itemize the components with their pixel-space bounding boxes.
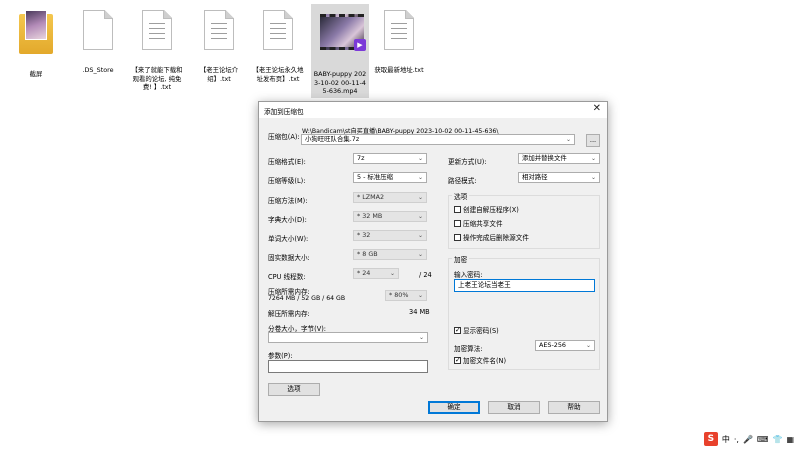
- checkbox-icon: [454, 220, 461, 227]
- archive-label: 压缩包(A):: [268, 133, 300, 141]
- cpu-max: / 24: [419, 271, 432, 279]
- options-group-title: 选项: [452, 191, 470, 201]
- ime-toolbar: S 中 ·, 🎤 ⌨ 👕 ▦: [703, 432, 794, 446]
- file-label: BABY-puppy 2023-10-02 00-11-45-636.mp4: [313, 70, 367, 95]
- path-mode-select[interactable]: 相对路径 ⌄: [518, 172, 600, 183]
- help-button[interactable]: 帮助: [548, 401, 600, 414]
- add-to-archive-dialog: 添加到压缩包 ✕ 压缩包(A): W:\Bandicam\st自买直播\BABY…: [258, 101, 608, 422]
- update-select[interactable]: 添加并替换文件 ⌄: [518, 153, 600, 164]
- punctuation-icon[interactable]: ·,: [734, 435, 739, 444]
- skin-icon[interactable]: 👕: [772, 435, 782, 444]
- chevron-down-icon: ⌄: [590, 174, 596, 181]
- archive-name-combo[interactable]: 小狗旺旺队合集.7z ⌄: [301, 134, 575, 145]
- params-input[interactable]: [268, 360, 428, 373]
- chevron-down-icon: ⌄: [389, 270, 395, 277]
- document-icon: [78, 10, 118, 64]
- chevron-down-icon: ⌄: [590, 155, 596, 162]
- create-sfx-checkbox[interactable]: 创建自解压程序(X): [454, 206, 519, 214]
- folder-icon: [16, 10, 56, 68]
- file-label: 截屏: [29, 70, 43, 78]
- close-icon[interactable]: ✕: [593, 103, 601, 115]
- chevron-down-icon: ⌄: [417, 292, 423, 299]
- method-label: 压缩方法(M):: [268, 197, 308, 205]
- encryption-group: 加密 输入密码: 上老王论坛当老王 显示密码(S) 加密算法: AES-256⌄…: [448, 254, 600, 370]
- text-file-icon: [137, 10, 177, 64]
- solid-label: 固实数据大小:: [268, 254, 310, 262]
- desktop-file-address-txt[interactable]: 【老王论坛永久地址发布页】.txt: [250, 4, 306, 85]
- cpu-select[interactable]: * 24 ⌄: [353, 268, 399, 279]
- method-select[interactable]: * LZMA2 ⌄: [353, 192, 427, 203]
- chevron-down-icon: ⌄: [418, 334, 424, 341]
- path-mode-label: 路径模式:: [448, 177, 477, 185]
- desktop-file-latest-address-txt[interactable]: 获取最新地址.txt: [371, 4, 427, 77]
- checkbox-icon: [454, 206, 461, 213]
- word-select[interactable]: * 32 ⌄: [353, 230, 427, 241]
- decomp-value: 34 MB: [409, 308, 430, 316]
- chevron-down-icon: ⌄: [565, 136, 571, 143]
- file-label: 【来了就能下载和观看的论坛, 纯免费! 】.txt: [131, 66, 183, 91]
- checkbox-checked-icon: [454, 356, 461, 365]
- params-label: 参数(P):: [268, 352, 293, 360]
- solid-select[interactable]: * 8 GB ⌄: [353, 249, 427, 260]
- show-password-checkbox[interactable]: 显示密码(S): [454, 326, 499, 335]
- dialog-titlebar: 添加到压缩包 ✕: [259, 102, 607, 118]
- file-label: 【老王论坛永久地址发布页】.txt: [252, 66, 304, 83]
- format-label: 压缩格式(E):: [268, 158, 306, 166]
- chevron-down-icon: ⌄: [417, 213, 423, 220]
- encryption-method-label: 加密算法:: [454, 345, 483, 353]
- checkbox-checked-icon: [454, 326, 461, 335]
- text-file-icon: [199, 10, 239, 64]
- encrypt-names-checkbox[interactable]: 加密文件名(N): [454, 356, 506, 365]
- text-file-icon: [258, 10, 298, 64]
- browse-button[interactable]: ...: [586, 134, 600, 147]
- password-input[interactable]: 上老王论坛当老王: [454, 279, 595, 292]
- mem-detail: 7264 MB / 52 GB / 64 GB: [268, 295, 346, 302]
- chevron-down-icon: ⌄: [417, 251, 423, 258]
- split-select[interactable]: ⌄: [268, 332, 428, 343]
- chevron-down-icon: ⌄: [417, 194, 423, 201]
- chevron-down-icon: ⌄: [417, 155, 423, 162]
- file-label: 获取最新地址.txt: [374, 66, 424, 74]
- level-select[interactable]: 5 - 标准压缩 ⌄: [353, 172, 427, 183]
- desktop-file-ds-store[interactable]: .DS_Store: [70, 4, 126, 77]
- level-label: 压缩等级(L):: [268, 177, 306, 185]
- checkbox-icon: [454, 234, 461, 241]
- text-file-icon: [379, 10, 419, 64]
- dict-label: 字典大小(D):: [268, 216, 307, 224]
- toolbox-icon[interactable]: ▦: [786, 435, 794, 444]
- file-label: 【老王论坛介绍】.txt: [199, 66, 239, 83]
- format-select[interactable]: 7z ⌄: [353, 153, 427, 164]
- chevron-down-icon: ⌄: [417, 232, 423, 239]
- keyboard-icon[interactable]: ⌨: [757, 435, 769, 444]
- password-label: 输入密码:: [454, 271, 483, 279]
- file-label: .DS_Store: [82, 66, 114, 74]
- delete-after-checkbox[interactable]: 操作完成后删除源文件: [454, 234, 529, 242]
- video-file-icon: ▶: [320, 14, 366, 68]
- update-label: 更新方式(U):: [448, 158, 487, 166]
- chevron-down-icon: ⌄: [417, 174, 423, 181]
- desktop-file-forum-txt[interactable]: 【来了就能下载和观看的论坛, 纯免费! 】.txt: [129, 4, 185, 94]
- desktop-file-video-mp4[interactable]: ▶ BABY-puppy 2023-10-02 00-11-45-636.mp4: [311, 4, 369, 98]
- cancel-button[interactable]: 取消: [488, 401, 540, 414]
- options-button[interactable]: 选项: [268, 383, 320, 396]
- desktop-file-intro-txt[interactable]: 【老王论坛介绍】.txt: [191, 4, 247, 85]
- cpu-label: CPU 线程数:: [268, 273, 306, 281]
- chevron-down-icon: ⌄: [585, 342, 591, 349]
- mem-select[interactable]: * 80% ⌄: [385, 290, 427, 301]
- dict-select[interactable]: * 32 MB ⌄: [353, 211, 427, 222]
- options-group: 选项 创建自解压程序(X) 压缩共享文件 操作完成后删除源文件: [448, 191, 600, 249]
- encryption-method-select[interactable]: AES-256 ⌄: [535, 340, 595, 351]
- desktop-file-screenshots-folder[interactable]: 截屏: [8, 4, 64, 81]
- dialog-title: 添加到压缩包: [264, 108, 304, 116]
- sogou-logo-icon[interactable]: S: [703, 432, 718, 446]
- microphone-icon[interactable]: 🎤: [743, 435, 753, 444]
- word-label: 单词大小(W):: [268, 235, 309, 243]
- encryption-group-title: 加密: [452, 254, 470, 264]
- ok-button[interactable]: 确定: [428, 401, 480, 414]
- play-icon: ▶: [354, 39, 366, 51]
- ime-mode-label[interactable]: 中: [722, 434, 730, 445]
- decomp-label: 解压所需内存:: [268, 310, 310, 318]
- compress-shared-checkbox[interactable]: 压缩共享文件: [454, 220, 503, 228]
